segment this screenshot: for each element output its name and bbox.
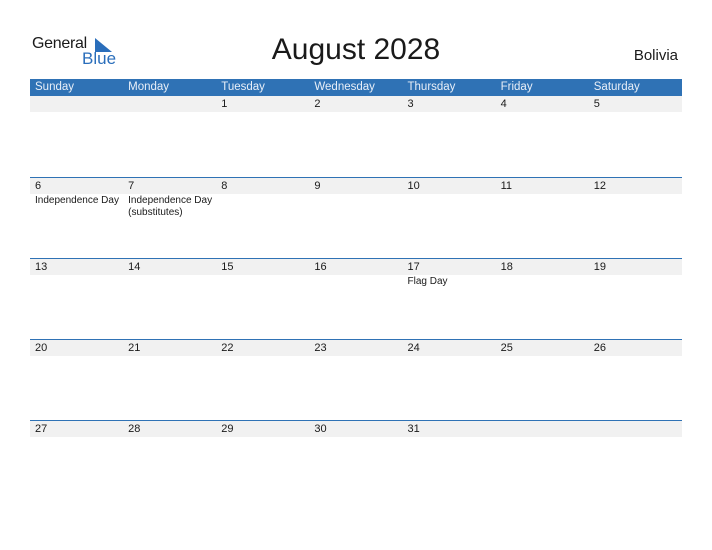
holiday-label [216,437,309,438]
day-number: 26 [593,342,606,354]
country-label: Bolivia [633,47,678,64]
day-number: 17 [407,261,420,273]
holiday-label [216,112,309,113]
date-strip: 1 2 3 4 5 [30,96,682,112]
holiday-label [123,356,216,357]
day-number: 8 [221,180,228,192]
date-strip: 6 7 8 9 10 11 12 [30,178,682,194]
holiday-label [309,194,402,219]
holiday-label [30,437,123,438]
holiday-label [496,112,589,113]
day-number [123,96,216,112]
day-number [589,421,682,437]
week-row: 20 21 22 23 24 25 26 [30,339,682,420]
holiday-label [496,356,589,357]
holiday-label [216,275,309,288]
holiday-label [403,194,496,219]
weekday-tuesday: Tuesday [221,81,265,93]
day-number: 6 [35,180,42,192]
day-number: 13 [35,261,48,273]
holiday-label: Independence Day [35,195,119,206]
day-number: 4 [500,98,507,110]
holiday-label [309,437,402,438]
holiday-label [589,112,682,113]
day-number: 24 [407,342,420,354]
day-number [30,96,123,112]
day-number: 2 [314,98,321,110]
events-row [30,356,682,357]
page-title: August 2028 [271,33,441,66]
day-number: 25 [500,342,513,354]
day-number: 28 [128,423,141,435]
day-number: 22 [221,342,234,354]
day-number: 5 [593,98,600,110]
holiday-label [216,194,309,219]
day-number: 29 [221,423,234,435]
holiday-label [496,275,589,288]
day-number: 12 [593,180,606,192]
week-row: 1 2 3 4 5 [30,96,682,177]
holiday-label [216,356,309,357]
holiday-label [589,194,682,219]
weekday-thursday: Thursday [407,81,456,93]
holiday-label [403,437,496,438]
weekday-header: Sunday Monday Tuesday Wednesday Thursday… [30,79,682,96]
day-number: 3 [407,98,414,110]
events-row: Independence Day Independence Day (substi… [30,194,682,219]
holiday-label [123,437,216,438]
day-number: 27 [35,423,48,435]
day-number: 11 [500,180,513,192]
day-number: 23 [314,342,327,354]
holiday-label [30,275,123,288]
holiday-label [589,275,682,288]
holiday-label [123,275,216,288]
weekday-wednesday: Wednesday [314,81,375,93]
holiday-label [496,437,589,438]
events-row [30,112,682,113]
day-number: 14 [128,261,141,273]
holiday-label [496,194,589,219]
day-number: 30 [314,423,327,435]
date-strip: 20 21 22 23 24 25 26 [30,340,682,356]
holiday-label [589,356,682,357]
date-strip: 27 28 29 30 31 [30,421,682,437]
day-number: 20 [35,342,48,354]
week-row: 27 28 29 30 31 [30,420,682,501]
date-strip: 13 14 15 16 17 18 19 [30,259,682,275]
holiday-label: Independence Day (substitutes) [128,195,213,218]
events-row: Flag Day [30,275,682,288]
holiday-label [123,112,216,113]
weekday-sunday: Sunday [35,81,75,93]
holiday-label [30,112,123,113]
day-number: 31 [407,423,420,435]
week-row: 13 14 15 16 17 18 19 Flag Day [30,258,682,339]
day-number: 7 [128,180,135,192]
holiday-label: Flag Day [407,276,448,287]
day-number: 1 [221,98,228,110]
day-number: 15 [221,261,234,273]
holiday-label [403,356,496,357]
day-number: 19 [593,261,606,273]
day-number: 18 [500,261,513,273]
day-number: 21 [128,342,141,354]
events-row [30,437,682,438]
holiday-label [403,112,496,113]
day-number [496,421,589,437]
weekday-friday: Friday [500,81,533,93]
weekday-saturday: Saturday [593,81,640,93]
day-number: 16 [314,261,327,273]
day-number: 10 [407,180,420,192]
holiday-label [30,356,123,357]
weekday-monday: Monday [128,81,170,93]
holiday-label [309,275,402,288]
holiday-label [589,437,682,438]
holiday-label [309,112,402,113]
day-number: 9 [314,180,321,192]
holiday-label [309,356,402,357]
week-row: 6 7 8 9 10 11 12 Independence Day Independence D… [30,177,682,258]
calendar-grid: Sunday Monday Tuesday Wednesday Thursday… [30,79,682,501]
